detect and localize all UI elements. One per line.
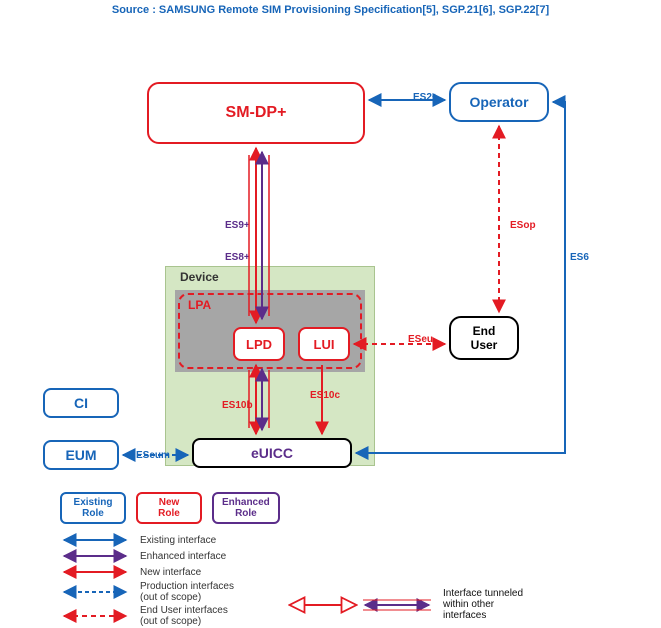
node-euicc: eUICC [192, 438, 352, 468]
lpa-label: LPA [188, 298, 211, 312]
legend-roles: Existing Role New Role Enhanced Role [60, 492, 620, 524]
legend-row-existing-if: Existing interface [60, 532, 620, 548]
edge-label-es10c: ES10c [310, 390, 340, 401]
node-smdp: SM-DP+ [147, 82, 365, 144]
legend-role-enhanced: Enhanced Role [212, 492, 280, 524]
diagram-canvas: Source : SAMSUNG Remote SIM Provisioning… [0, 0, 661, 615]
double-arrow-icon [60, 533, 130, 547]
double-arrow-icon [60, 565, 130, 579]
legend-text: Existing interface [140, 535, 620, 546]
node-lui: LUI [298, 327, 350, 361]
legend-row-new-if: New interface [60, 564, 620, 580]
double-arrow-icon [60, 549, 130, 563]
node-eum: EUM [43, 440, 119, 470]
edge-label-es6: ES6 [570, 252, 589, 263]
node-ci: CI [43, 388, 119, 418]
edge-label-es9plus: ES9+ [225, 220, 250, 231]
tunnel-arrow-icon [285, 595, 435, 615]
node-lpd: LPD [233, 327, 285, 361]
legend-text: New interface [140, 567, 620, 578]
legend-role-new: New Role [136, 492, 202, 524]
source-citation: Source : SAMSUNG Remote SIM Provisioning… [0, 4, 661, 16]
legend-row-enhanced-if: Enhanced interface [60, 548, 620, 564]
edge-label-esop: ESop [510, 220, 536, 231]
double-arrow-icon [60, 585, 130, 599]
device-label: Device [180, 270, 219, 284]
edge-label-eseu: ESeu [408, 334, 433, 345]
legend: Existing Role New Role Enhanced Role Exi… [60, 492, 620, 628]
legend-row-tunneled-if: Interface tunneled within other interfac… [285, 588, 523, 621]
node-enduser: End User [449, 316, 519, 360]
legend-role-existing: Existing Role [60, 492, 126, 524]
legend-text: Enhanced interface [140, 551, 620, 562]
edge-label-es8plus: ES8+ [225, 252, 250, 263]
double-arrow-icon [60, 609, 130, 623]
edge-label-eseum: ESeum [136, 450, 170, 461]
legend-text: Interface tunneled within other interfac… [443, 588, 523, 621]
edge-label-es2plus: ES2+ [413, 92, 438, 103]
edge-label-es10b: ES10b [222, 400, 253, 411]
node-operator: Operator [449, 82, 549, 122]
